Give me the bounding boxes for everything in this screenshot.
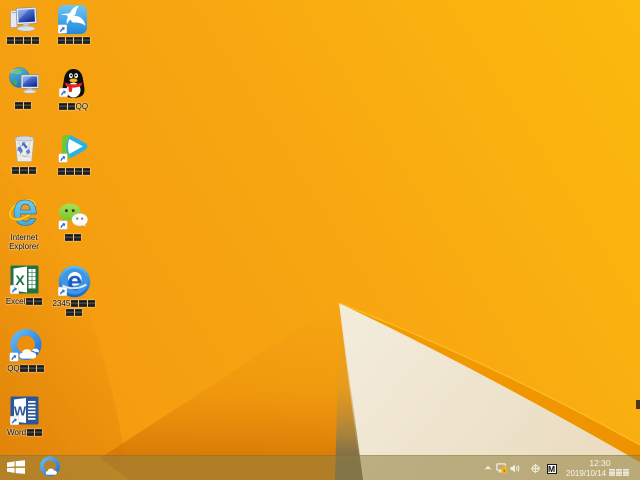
svg-text:e: e <box>12 196 38 228</box>
svg-text:e: e <box>67 266 82 296</box>
